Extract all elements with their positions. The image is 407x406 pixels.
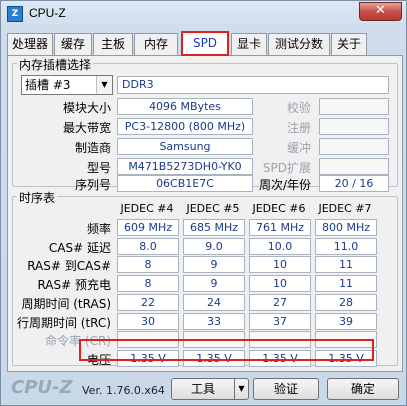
module-size-value: 4096 MBytes [117,98,253,115]
window-title: CPU-Z [29,6,66,20]
manufacturer-value: Samsung [117,138,253,155]
timings-group: 时序表 JEDEC #4 JEDEC #5 JEDEC #6 JEDEC #7 … [12,189,398,367]
max-bandwidth-label: 最大带宽 [62,121,111,135]
timing-cell: 11.0 [315,238,377,255]
bottom-bar: CPU-Z Ver. 1.76.0.x64 工具 ▼ 验证 确定 [1,374,406,405]
timing-row-label: 命令率 (CR) [45,334,111,348]
tab-memory[interactable]: 内存 [134,33,178,56]
timing-cell: 8.0 [117,238,179,255]
cpuz-window: Z CPU-Z ✕ 处理器 缓存 主板 内存 SPD 显卡 测试分数 关于 内存… [0,0,407,406]
timing-cell: 9.0 [183,238,245,255]
timing-cell: 9 [183,275,245,292]
timing-cell: 10 [249,256,311,273]
spd-panel: 内存插槽选择 插槽 #3 ▼ DDR3 模块大小 4096 MBytes 校验 … [7,55,403,372]
tools-button[interactable]: 工具 [171,378,235,400]
slot-select-value: 插槽 #3 [25,78,71,92]
serial-number-value: 06CB1E7C [117,175,253,192]
cpuz-logo: CPU-Z [11,377,73,398]
timing-cell [183,331,245,348]
timing-row-label: 行周期时间 (tRC) [16,316,111,330]
timing-cell: 11 [315,275,377,292]
ok-button[interactable]: 确定 [327,378,399,400]
col-header-jedec4: JEDEC #4 [120,202,174,215]
timing-cell: 1.35 V [315,350,377,367]
tools-dropdown-chevron-down-icon[interactable]: ▼ [234,378,249,400]
part-number-label: 型号 [86,161,111,175]
timing-cell: 761 MHz [249,219,311,236]
module-size-label: 模块大小 [62,101,111,115]
timing-row-label: 周期时间 (tRAS) [21,297,111,311]
timing-cell: 39 [315,313,377,330]
buffered-label: 缓冲 [286,141,311,155]
timing-cell: 8 [117,256,179,273]
timing-cell [249,331,311,348]
timing-cell: 800 MHz [315,219,377,236]
timing-cell: 37 [249,313,311,330]
registered-value [319,118,389,135]
spd-ext-value [319,158,389,175]
tab-about[interactable]: 关于 [331,33,367,56]
timing-cell: 10.0 [249,238,311,255]
timing-cell: 685 MHz [183,219,245,236]
close-button[interactable]: ✕ [359,2,402,21]
col-header-jedec6: JEDEC #6 [252,202,306,215]
title-bar[interactable]: Z CPU-Z ✕ [1,1,406,27]
timing-cell: 1.35 V [249,350,311,367]
version-label: Ver. 1.76.0.x64 [82,384,165,397]
buffered-value [319,138,389,155]
manufacturer-label: 制造商 [74,141,111,155]
timing-cell: 9 [183,256,245,273]
tab-mainboard[interactable]: 主板 [93,33,133,56]
slot-group-title: 内存插槽选择 [17,56,94,73]
tab-spd[interactable]: SPD [181,31,229,56]
timing-cell: 30 [117,313,179,330]
timing-cell: 22 [117,294,179,311]
timing-cell: 8 [117,275,179,292]
spd-ext-label: SPD扩展 [262,161,311,175]
timing-cell: 609 MHz [117,219,179,236]
timing-cell [315,331,377,348]
timing-cell: 27 [249,294,311,311]
timing-row-label: CAS# 延迟 [48,241,111,255]
timing-cell: 10 [249,275,311,292]
validate-button[interactable]: 验证 [253,378,319,400]
slot-select[interactable]: 插槽 #3 ▼ [21,75,113,95]
tab-graphics[interactable]: 显卡 [231,33,267,56]
timing-cell: 1.35 V [117,350,179,367]
tab-bar: 处理器 缓存 主板 内存 SPD 显卡 测试分数 关于 [7,31,403,56]
max-bandwidth-value: PC3-12800 (800 MHz) [117,118,253,135]
tab-bench[interactable]: 测试分数 [268,33,330,56]
tab-processor[interactable]: 处理器 [7,33,53,56]
tab-cache[interactable]: 缓存 [54,33,92,56]
col-header-jedec7: JEDEC #7 [318,202,372,215]
col-header-jedec5: JEDEC #5 [186,202,240,215]
timing-row-label: RAS# 预充电 [37,278,111,292]
slot-selection-group: 内存插槽选择 插槽 #3 ▼ DDR3 模块大小 4096 MBytes 校验 … [12,56,398,192]
week-year-label: 周次/年份 [258,178,311,192]
part-number-value: M471B5273DH0-YK0 [117,158,253,175]
memory-type-field: DDR3 [117,76,389,94]
ecc-label: 校验 [286,101,311,115]
ecc-value [319,98,389,115]
timing-row-label: 电压 [86,353,111,367]
chevron-down-icon[interactable]: ▼ [96,76,112,94]
timing-cell: 33 [183,313,245,330]
registered-label: 注册 [286,121,311,135]
timing-cell [117,331,179,348]
timing-row-label: RAS# 到CAS# [27,259,111,273]
timing-cell: 11 [315,256,377,273]
timing-cell: 24 [183,294,245,311]
timing-cell: 1.35 V [183,350,245,367]
timings-group-title: 时序表 [17,189,58,206]
cpuz-app-icon: Z [7,6,23,22]
timing-cell: 28 [315,294,377,311]
timing-row-label: 频率 [86,222,111,236]
week-year-value: 20 / 16 [319,175,389,192]
